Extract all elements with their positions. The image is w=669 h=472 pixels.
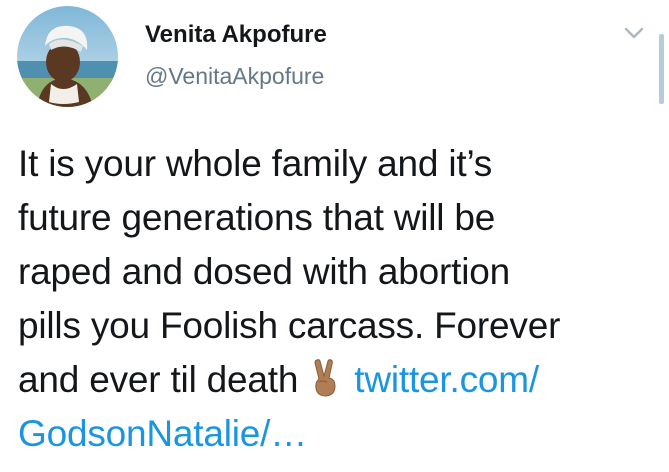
author-handle[interactable]: @VenitaAkpofure <box>145 61 327 91</box>
tweet-link[interactable]: twitter.com/ <box>354 359 539 400</box>
author-display-name[interactable]: Venita Akpofure <box>145 20 327 50</box>
avatar[interactable] <box>17 6 118 107</box>
victory-hand-emoji-icon <box>314 359 336 397</box>
tweet-link-continued[interactable]: GodsonNatalie/… <box>18 407 658 461</box>
tweet-text-line: It is your whole family and it’s <box>18 143 493 184</box>
tweet-text: It is your whole family and it’s future … <box>18 137 658 461</box>
tweet-text-line: raped and dosed with abortion <box>18 251 511 292</box>
chevron-down-icon[interactable] <box>623 25 645 41</box>
avatar-image <box>17 6 118 107</box>
tweet-text-fragment: and ever til death <box>18 359 299 400</box>
tweet-card: Venita Akpofure @VenitaAkpofure It is yo… <box>0 0 669 472</box>
scroll-indicator <box>659 34 664 104</box>
tweet-text-line: future generations that will be <box>18 197 496 238</box>
tweet-text-line-with-link: and ever til death twitter.com/ <box>18 353 658 407</box>
author-block[interactable]: Venita Akpofure @VenitaAkpofure <box>145 20 327 91</box>
tweet-text-line: pills you Foolish carcass. Forever <box>18 305 561 346</box>
